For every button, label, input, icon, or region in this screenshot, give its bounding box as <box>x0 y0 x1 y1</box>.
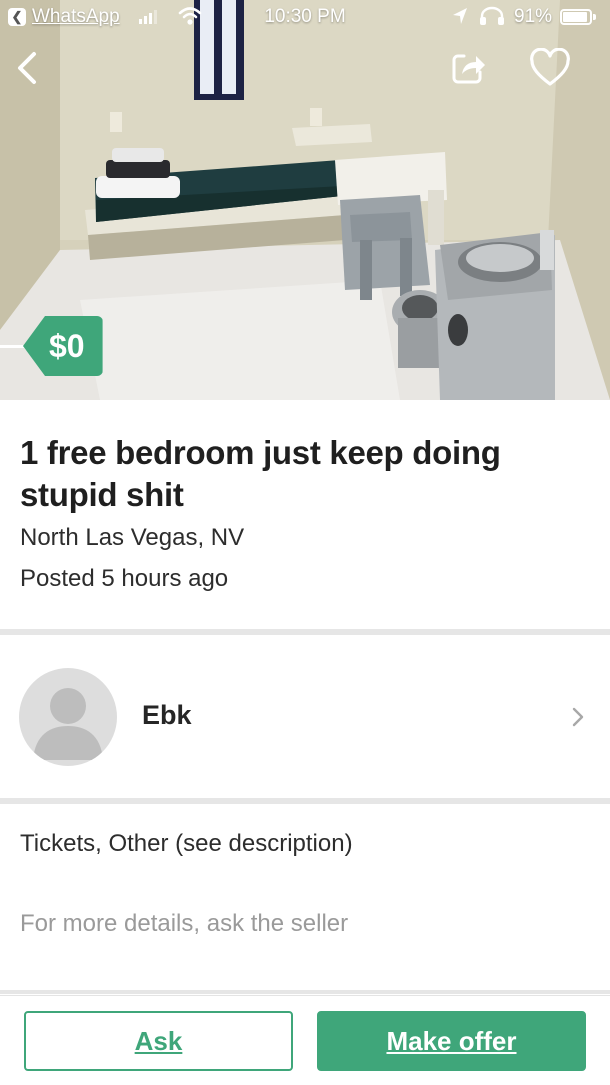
headphones-icon <box>480 6 504 25</box>
price-tag-string <box>0 344 26 348</box>
section-divider <box>0 629 610 635</box>
heart-icon <box>530 47 570 86</box>
favorite-button[interactable] <box>528 47 572 88</box>
battery-icon <box>560 9 596 25</box>
ask-button[interactable]: Ask <box>24 1011 293 1071</box>
price-label: $0 <box>23 316 103 376</box>
listing-category: Tickets, Other (see description) <box>20 830 353 857</box>
action-bar: Ask Make offer <box>0 995 610 1085</box>
battery-level-fill <box>563 12 587 22</box>
section-divider <box>0 990 610 994</box>
location-arrow-icon <box>453 8 467 24</box>
section-divider <box>0 798 610 804</box>
back-button[interactable] <box>8 48 48 88</box>
listing-photo[interactable]: ❮ WhatsApp 10:30 PM 91% $0 <box>0 0 610 400</box>
price-tag: $0 <box>0 316 103 376</box>
status-bar: ❮ WhatsApp 10:30 PM 91% <box>0 0 610 34</box>
seller-name: Ebk <box>142 700 192 730</box>
share-button[interactable] <box>448 48 488 88</box>
listing-location: North Las Vegas, NV <box>20 524 245 551</box>
more-details-hint: For more details, ask the seller <box>20 910 349 937</box>
make-offer-button[interactable]: Make offer <box>317 1011 586 1071</box>
seller-row[interactable]: Ebk <box>0 636 610 800</box>
battery-percentage: 91% <box>514 6 553 27</box>
default-user-icon <box>33 688 103 760</box>
posted-time: Posted 5 hours ago <box>20 565 229 592</box>
chevron-right-icon <box>572 707 584 727</box>
listing-title: 1 free bedroom just keep doing stupid sh… <box>20 434 501 513</box>
back-chevron-icon <box>18 52 36 84</box>
share-icon <box>452 54 485 84</box>
avatar <box>19 668 117 766</box>
